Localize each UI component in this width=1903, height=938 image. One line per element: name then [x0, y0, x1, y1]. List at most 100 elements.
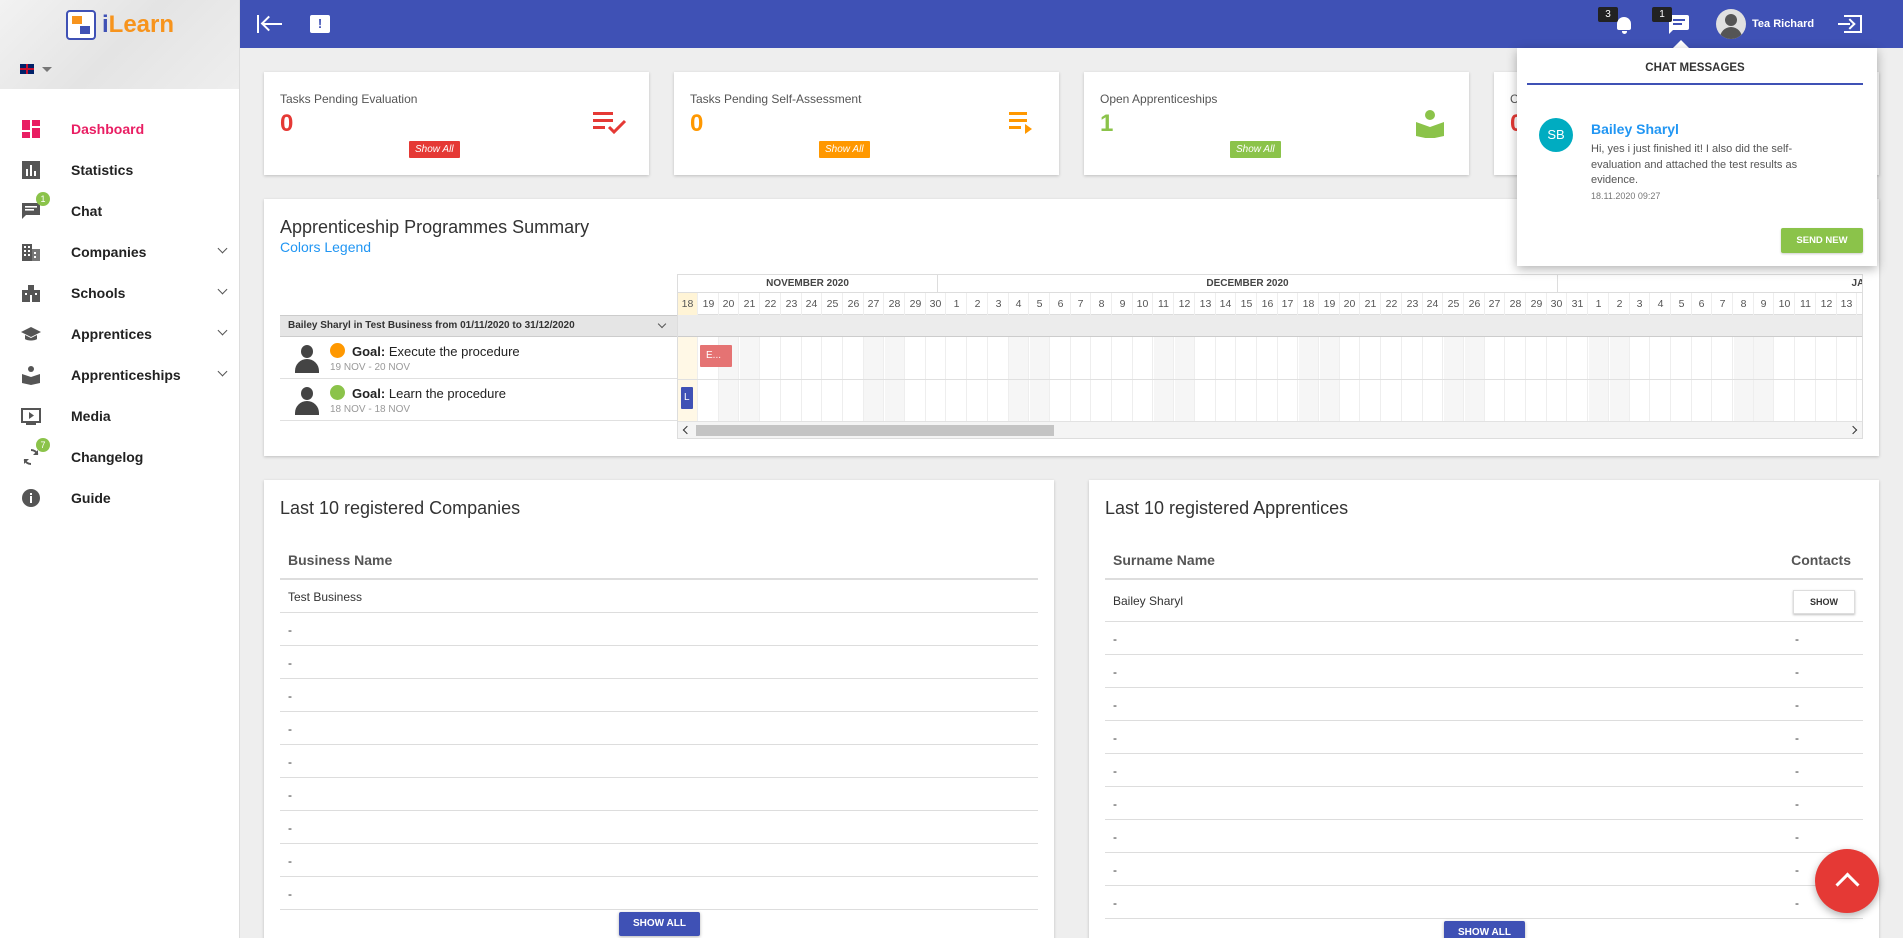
apprentice-name: - [1113, 665, 1117, 679]
apprentice-contacts: - [1795, 764, 1799, 778]
changelog-badge: 7 [36, 438, 50, 452]
companies-table: Business Name Test Business - - - - - - - - - [280, 543, 1038, 910]
notifications-count: 3 [1598, 7, 1618, 22]
stat-title: Tasks Pending Self-Assessment [690, 92, 862, 106]
gantt-task-bar[interactable]: E... [700, 345, 732, 367]
sidebar-item-apprenticeships[interactable]: Apprenticeships [0, 354, 240, 395]
scroll-right-icon[interactable] [1848, 425, 1858, 435]
companies-show-all-button[interactable]: SHOW ALL [619, 912, 700, 936]
business-name: - [288, 656, 292, 670]
gantt-days-header: 18 19 20 21 22 23 24 25 26 27 28 29 30 1 2 3 4 5 6 7 8 9 10 11 1… [678, 293, 1862, 315]
table-row: - [280, 877, 1038, 910]
avatar[interactable] [1716, 9, 1746, 39]
day-label: 16 [1258, 293, 1278, 315]
table-row: - [280, 646, 1038, 679]
gantt-chart: Bailey Sharyl in Test Business from 01/1… [280, 274, 1863, 439]
day-label: 26 [1465, 293, 1485, 315]
apprentice-name: - [1113, 863, 1117, 877]
bar-chart-icon [20, 159, 42, 181]
gantt-task-row[interactable]: Goal: Learn the procedure 18 NOV - 18 NO… [280, 379, 677, 421]
show-contacts-button[interactable]: SHOW [1793, 590, 1855, 614]
day-label: 1 [947, 293, 967, 315]
chat-messages-popup: CHAT MESSAGES SB Bailey Sharyl Hi, yes i… [1517, 48, 1877, 266]
day-label: 13 [1196, 293, 1216, 315]
scrollbar-thumb[interactable] [696, 425, 1054, 436]
day-label: 21 [1361, 293, 1381, 315]
chat-sender-name[interactable]: Bailey Sharyl [1591, 121, 1679, 137]
apprentice-name: - [1113, 764, 1117, 778]
gantt-scrollbar[interactable] [678, 421, 1862, 438]
chevron-down-icon [217, 366, 228, 377]
table-row: -- [1105, 853, 1863, 886]
month-label: NOVEMBER 2020 [678, 275, 938, 293]
status-dot [330, 385, 345, 400]
apprentice-name: - [1113, 830, 1117, 844]
show-all-button[interactable]: Show All [409, 141, 460, 158]
apprentice-contacts: - [1795, 632, 1799, 646]
sidebar-item-statistics[interactable]: Statistics [0, 149, 240, 190]
app-logo[interactable]: iLearn [66, 10, 174, 40]
sidebar: iLearn Dashboard Statistics 1 Chat Compa… [0, 0, 240, 938]
chat-bubble-icon[interactable] [1669, 15, 1689, 34]
day-label: 26 [844, 293, 864, 315]
goal-text: Execute the procedure [388, 344, 520, 359]
status-dot [330, 343, 345, 358]
colors-legend-link[interactable]: Colors Legend [280, 239, 371, 255]
sidebar-menu: Dashboard Statistics 1 Chat Companies Sc… [0, 108, 240, 518]
sidebar-item-label: Apprentices [71, 325, 152, 342]
sidebar-item-chat[interactable]: 1 Chat [0, 190, 240, 231]
sidebar-item-label: Statistics [71, 161, 134, 178]
show-all-button[interactable]: Show All [819, 141, 870, 158]
sidebar-item-companies[interactable]: Companies [0, 231, 240, 272]
business-name: - [288, 722, 292, 736]
chevron-down-icon [217, 243, 228, 254]
gantt-task-bar[interactable]: L [681, 387, 693, 409]
sidebar-header: iLearn [0, 0, 239, 89]
sidebar-item-guide[interactable]: Guide [0, 477, 240, 518]
collapse-sidebar-icon[interactable] [257, 13, 283, 35]
chat-message-text[interactable]: Hi, yes i just finished it! I also did t… [1591, 142, 1841, 189]
chevron-down-icon [217, 325, 228, 336]
day-label: 22 [1382, 293, 1402, 315]
stat-value: 1 [1100, 110, 1114, 137]
gantt-task-row[interactable]: Goal: Execute the procedure 19 NOV - 20 … [280, 337, 677, 379]
sidebar-item-changelog[interactable]: 7 Changelog [0, 436, 240, 477]
chat-message-time: 18.11.2020 09:27 [1591, 191, 1661, 201]
uk-flag-icon [20, 64, 34, 74]
day-label: 3 [1630, 293, 1650, 315]
language-selector[interactable] [20, 64, 52, 74]
day-label: 12 [1817, 293, 1837, 315]
column-header-surname-name: Surname Name [1113, 552, 1215, 568]
day-label: 25 [1444, 293, 1464, 315]
send-new-button[interactable]: SEND NEW [1781, 228, 1863, 253]
day-label: 14 [1216, 293, 1236, 315]
day-label: 14 [1858, 293, 1863, 315]
apprentices-show-all-button[interactable]: SHOW ALL [1444, 921, 1525, 938]
show-all-button[interactable]: Show All [1230, 141, 1281, 158]
sidebar-item-media[interactable]: Media [0, 395, 240, 436]
day-label: 11 [1796, 293, 1816, 315]
logout-icon[interactable] [1838, 15, 1862, 33]
sidebar-item-label: Media [71, 407, 111, 424]
sidebar-item-schools[interactable]: Schools [0, 272, 240, 313]
day-label: 12 [1175, 293, 1195, 315]
playlist-play-icon [1003, 110, 1037, 136]
gantt-group-label: Bailey Sharyl in Test Business from 01/1… [288, 320, 575, 331]
sidebar-item-dashboard[interactable]: Dashboard [0, 108, 240, 149]
day-label: 9 [1113, 293, 1133, 315]
apprentices-title: Last 10 registered Apprentices [1105, 498, 1349, 518]
scroll-left-icon[interactable] [682, 425, 692, 435]
user-name[interactable]: Tea Richard [1752, 18, 1814, 30]
book-reader-icon [1413, 110, 1447, 139]
day-label: 15 [1237, 293, 1257, 315]
sidebar-item-apprentices[interactable]: Apprentices [0, 313, 240, 354]
gantt-group-row[interactable]: Bailey Sharyl in Test Business from 01/1… [280, 315, 677, 337]
feedback-icon[interactable]: ! [310, 15, 330, 33]
goal-text: Learn the procedure [388, 386, 506, 401]
day-label: 2 [968, 293, 988, 315]
scroll-to-top-button[interactable] [1815, 849, 1879, 913]
day-label: 20 [719, 293, 739, 315]
apprentice-name: - [1113, 698, 1117, 712]
avatar[interactable]: SB [1539, 118, 1573, 152]
month-label: JANUA [1851, 278, 1862, 289]
